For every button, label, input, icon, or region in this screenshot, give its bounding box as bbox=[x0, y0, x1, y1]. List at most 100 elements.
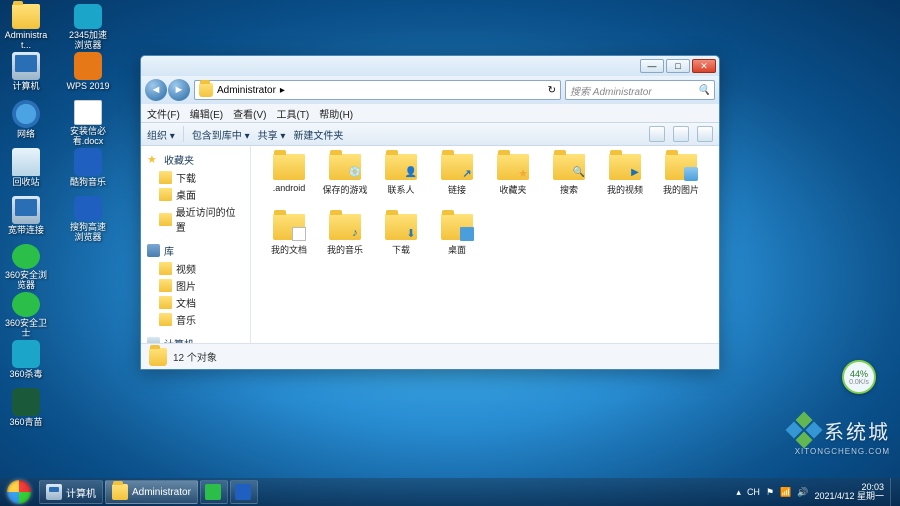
menu-item[interactable]: 帮助(H) bbox=[319, 106, 353, 121]
maximize-button[interactable]: □ bbox=[666, 59, 690, 73]
folder-item[interactable]: 搜索 bbox=[541, 154, 597, 210]
desktop-icon[interactable]: 宽带连接 bbox=[4, 196, 48, 242]
app-icon bbox=[74, 196, 102, 221]
watermark-logo-icon bbox=[788, 414, 820, 446]
preview-pane-button[interactable] bbox=[673, 126, 689, 142]
folder-item[interactable]: 保存的游戏 bbox=[317, 154, 373, 210]
nav-libraries-header[interactable]: 库 bbox=[141, 241, 250, 260]
icon-label: 2345加速浏览器 bbox=[66, 31, 110, 50]
desktop-icon[interactable]: 安装信必看.docx bbox=[66, 100, 110, 146]
folder-item[interactable]: 我的文档 bbox=[261, 214, 317, 270]
nav-item[interactable]: 下载 bbox=[141, 169, 250, 186]
menu-item[interactable]: 编辑(E) bbox=[190, 106, 223, 121]
organize-menu[interactable]: 组织 ▾ bbox=[147, 127, 175, 142]
folder-icon bbox=[497, 154, 529, 180]
chevron-right-icon: ▸ bbox=[280, 85, 285, 96]
menu-item[interactable]: 查看(V) bbox=[233, 106, 266, 121]
nav-forward-button[interactable]: ► bbox=[168, 79, 190, 101]
nav-item[interactable]: 视频 bbox=[141, 260, 250, 277]
app-icon bbox=[12, 52, 40, 80]
share-menu[interactable]: 共享 ▾ bbox=[258, 127, 286, 142]
icon-label: 360安全浏览器 bbox=[4, 271, 48, 290]
desktop-icon[interactable]: 网络 bbox=[4, 100, 48, 146]
nav-item[interactable]: 文档 bbox=[141, 294, 250, 311]
tray-action-center-icon[interactable]: ⚑ bbox=[766, 487, 774, 498]
tray-language-indicator[interactable]: CH bbox=[747, 487, 760, 497]
tray-network-icon[interactable]: 📶 bbox=[780, 487, 791, 498]
folder-item[interactable]: 我的视频 bbox=[597, 154, 653, 210]
desktop[interactable]: Administrat...计算机网络回收站宽带连接360安全浏览器360安全卫… bbox=[0, 0, 900, 478]
speed-monitor-widget[interactable]: 44% 0.0K/s bbox=[842, 360, 876, 394]
desktop-icon[interactable]: 360青苗 bbox=[4, 388, 48, 434]
address-bar: ◄ ► Administrator ▸ ↻ 搜索 Administrator 🔍 bbox=[141, 76, 719, 104]
nav-back-button[interactable]: ◄ bbox=[145, 79, 167, 101]
desktop-icon[interactable]: 2345加速浏览器 bbox=[66, 4, 110, 50]
nav-item[interactable]: 桌面 bbox=[141, 186, 250, 203]
desktop-icon[interactable]: 酷狗音乐 bbox=[66, 148, 110, 194]
breadcrumb[interactable]: Administrator ▸ ↻ bbox=[194, 80, 561, 100]
icon-label: 计算机 bbox=[12, 82, 39, 91]
taskbar-app-icon bbox=[235, 484, 251, 500]
menu-item[interactable]: 文件(F) bbox=[147, 106, 180, 121]
folder-icon bbox=[385, 214, 417, 240]
include-in-library-menu[interactable]: 包含到库中 ▾ bbox=[192, 127, 250, 142]
nav-item[interactable]: 音乐 bbox=[141, 311, 250, 328]
nav-computer[interactable]: 计算机 bbox=[141, 334, 250, 343]
folder-item[interactable]: 链接 bbox=[429, 154, 485, 210]
search-placeholder: 搜索 Administrator bbox=[570, 83, 652, 98]
menu-item[interactable]: 工具(T) bbox=[276, 106, 309, 121]
desktop-icon-grid: Administrat... 计算机网络回收站宽带连接 360安全浏览器 360安全卫… bbox=[4, 4, 110, 474]
folder-label: 桌面 bbox=[448, 243, 466, 256]
taskbar-item[interactable]: Administrator bbox=[105, 480, 198, 504]
folder-item[interactable]: 收藏夹 bbox=[485, 154, 541, 210]
folder-icon bbox=[159, 262, 172, 275]
desktop-icon[interactable]: 360杀毒 bbox=[4, 340, 48, 386]
folder-icon bbox=[665, 154, 697, 180]
nav-favorites-header[interactable]: 收藏夹 bbox=[141, 150, 250, 169]
start-button[interactable] bbox=[0, 478, 38, 506]
folder-icon bbox=[159, 188, 172, 201]
minimize-button[interactable]: ― bbox=[640, 59, 664, 73]
window-titlebar[interactable]: ― □ ✕ bbox=[141, 56, 719, 76]
folder-content[interactable]: .android保存的游戏联系人链接收藏夹搜索我的视频我的图片我的文档我的音乐下… bbox=[251, 146, 719, 343]
folder-item[interactable]: 联系人 bbox=[373, 154, 429, 210]
taskbar-item[interactable] bbox=[200, 480, 228, 504]
folder-item[interactable]: .android bbox=[261, 154, 317, 210]
nav-item[interactable]: 图片 bbox=[141, 277, 250, 294]
tray-volume-icon[interactable]: 🔊 bbox=[797, 487, 808, 498]
desktop-icon[interactable]: 计算机 bbox=[4, 52, 48, 98]
desktop-icon[interactable]: Administrat... bbox=[4, 4, 48, 50]
new-folder-button[interactable]: 新建文件夹 bbox=[293, 127, 343, 142]
desktop-icon[interactable]: 搜狗高速浏览器 bbox=[66, 196, 110, 242]
folder-label: 我的音乐 bbox=[327, 243, 363, 256]
folder-icon bbox=[159, 171, 172, 184]
folder-item[interactable]: 我的音乐 bbox=[317, 214, 373, 270]
nav-item[interactable]: 最近访问的位置 bbox=[141, 203, 250, 235]
desktop-icon[interactable]: 360安全卫士 bbox=[4, 292, 48, 338]
help-button[interactable] bbox=[697, 126, 713, 142]
desktop-icon[interactable]: 360安全浏览器 bbox=[4, 244, 48, 290]
folder-label: 我的视频 bbox=[607, 183, 643, 196]
search-input[interactable]: 搜索 Administrator 🔍 bbox=[565, 80, 715, 100]
desktop-icon[interactable]: WPS 2019 bbox=[66, 52, 110, 98]
windows-orb-icon bbox=[7, 480, 31, 504]
refresh-icon[interactable]: ↻ bbox=[548, 85, 556, 96]
folder-item[interactable]: 下载 bbox=[373, 214, 429, 270]
icon-label: 360安全卫士 bbox=[4, 319, 48, 338]
taskbar-app-icon bbox=[205, 484, 221, 500]
view-options-button[interactable] bbox=[649, 126, 665, 142]
close-button[interactable]: ✕ bbox=[692, 59, 716, 73]
desktop-icon[interactable]: 回收站 bbox=[4, 148, 48, 194]
library-icon bbox=[147, 244, 160, 257]
taskbar-item[interactable]: 计算机 bbox=[39, 480, 103, 504]
folder-item[interactable]: 我的图片 bbox=[653, 154, 709, 210]
taskbar-item[interactable] bbox=[230, 480, 258, 504]
taskbar-clock[interactable]: 20:03 2021/4/12 星期一 bbox=[814, 483, 884, 502]
folder-icon bbox=[609, 154, 641, 180]
tray-chevron-up-icon[interactable]: ▴ bbox=[736, 487, 741, 498]
folder-icon bbox=[553, 154, 585, 180]
show-desktop-button[interactable] bbox=[890, 478, 898, 506]
app-icon bbox=[12, 100, 40, 128]
status-bar: 12 个对象 bbox=[141, 343, 719, 369]
folder-item[interactable]: 桌面 bbox=[429, 214, 485, 270]
